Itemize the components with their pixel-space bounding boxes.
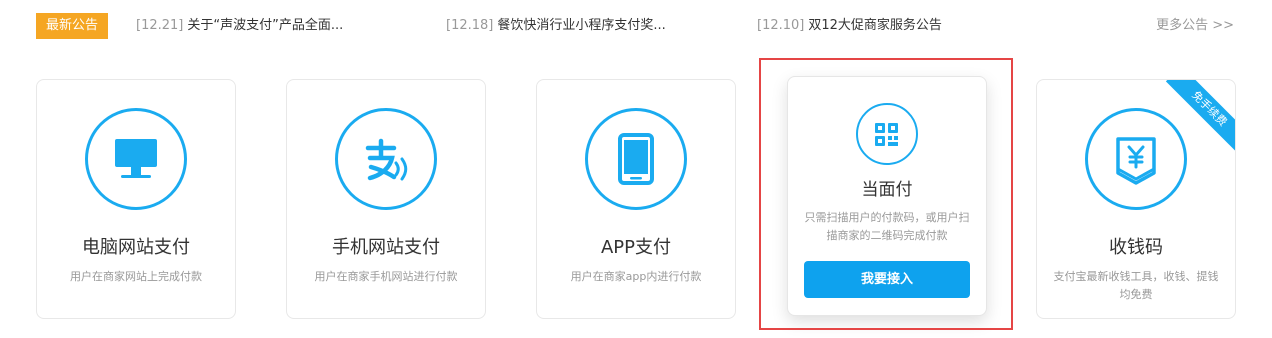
notice-item[interactable]: [12.10] 双12大促商家服务公告 — [757, 16, 942, 36]
notice-text: 关于“声波支付”产品全面... — [187, 18, 344, 33]
icon-circle — [1085, 108, 1187, 210]
product-card-mobile-web-pay[interactable]: 手机网站支付 用户在商家手机网站进行付款 — [286, 79, 486, 319]
card-description: 用户在商家app内进行付款 — [570, 270, 702, 283]
notice-bar: 最新公告 [12.21] 关于“声波支付”产品全面... [12.18] 餐饮快消行… — [0, 0, 1272, 54]
qrcode-icon — [875, 123, 898, 146]
card-title: 手机网站支付 — [332, 237, 440, 258]
notice-date: [12.21] — [136, 18, 184, 33]
notice-text: 双12大促商家服务公告 — [808, 18, 942, 33]
card-description: 用户在商家手机网站进行付款 — [314, 270, 458, 283]
yuan-code-icon — [1116, 137, 1156, 185]
icon-circle — [335, 108, 437, 210]
card-title: 电脑网站支付 — [82, 237, 190, 258]
icon-circle — [585, 108, 687, 210]
product-card-app-pay[interactable]: APP支付 用户在商家app内进行付款 — [536, 79, 736, 319]
card-title: APP支付 — [600, 237, 672, 258]
card-description: 只需扫描用户的付款码，或用户扫描商家的二维码完成付款 — [804, 211, 970, 242]
card-description: 用户在商家网站上完成付款 — [70, 270, 202, 283]
card-description: 支付宝最新收钱工具，收钱、提钱均免费 — [1053, 270, 1219, 301]
notice-text: 餐饮快消行业小程序支付奖... — [497, 18, 666, 33]
icon-circle — [856, 103, 918, 165]
notice-date: [12.10] — [757, 18, 805, 33]
monitor-icon — [115, 139, 157, 178]
alipay-wave-icon — [365, 138, 408, 181]
phone-icon — [618, 133, 654, 185]
latest-notice-badge: 最新公告 — [36, 13, 108, 39]
more-notices-link[interactable]: 更多公告 >> — [1156, 16, 1234, 36]
icon-circle — [85, 108, 187, 210]
card-title: 当面付 — [861, 180, 913, 200]
connect-button[interactable]: 我要接入 — [804, 261, 970, 298]
product-card-face-to-face-pay[interactable]: 当面付 只需扫描用户的付款码，或用户扫描商家的二维码完成付款 我要接入 — [787, 76, 987, 316]
product-card-pc-web-pay[interactable]: 电脑网站支付 用户在商家网站上完成付款 — [36, 79, 236, 319]
card-title: 收钱码 — [1109, 237, 1163, 258]
product-card-collection-code[interactable]: 收钱码 支付宝最新收钱工具，收钱、提钱均免费 免手续费 — [1036, 79, 1236, 319]
notice-item[interactable]: [12.18] 餐饮快消行业小程序支付奖... — [446, 16, 666, 36]
notice-date: [12.18] — [446, 18, 494, 33]
notice-item[interactable]: [12.21] 关于“声波支付”产品全面... — [136, 16, 343, 36]
